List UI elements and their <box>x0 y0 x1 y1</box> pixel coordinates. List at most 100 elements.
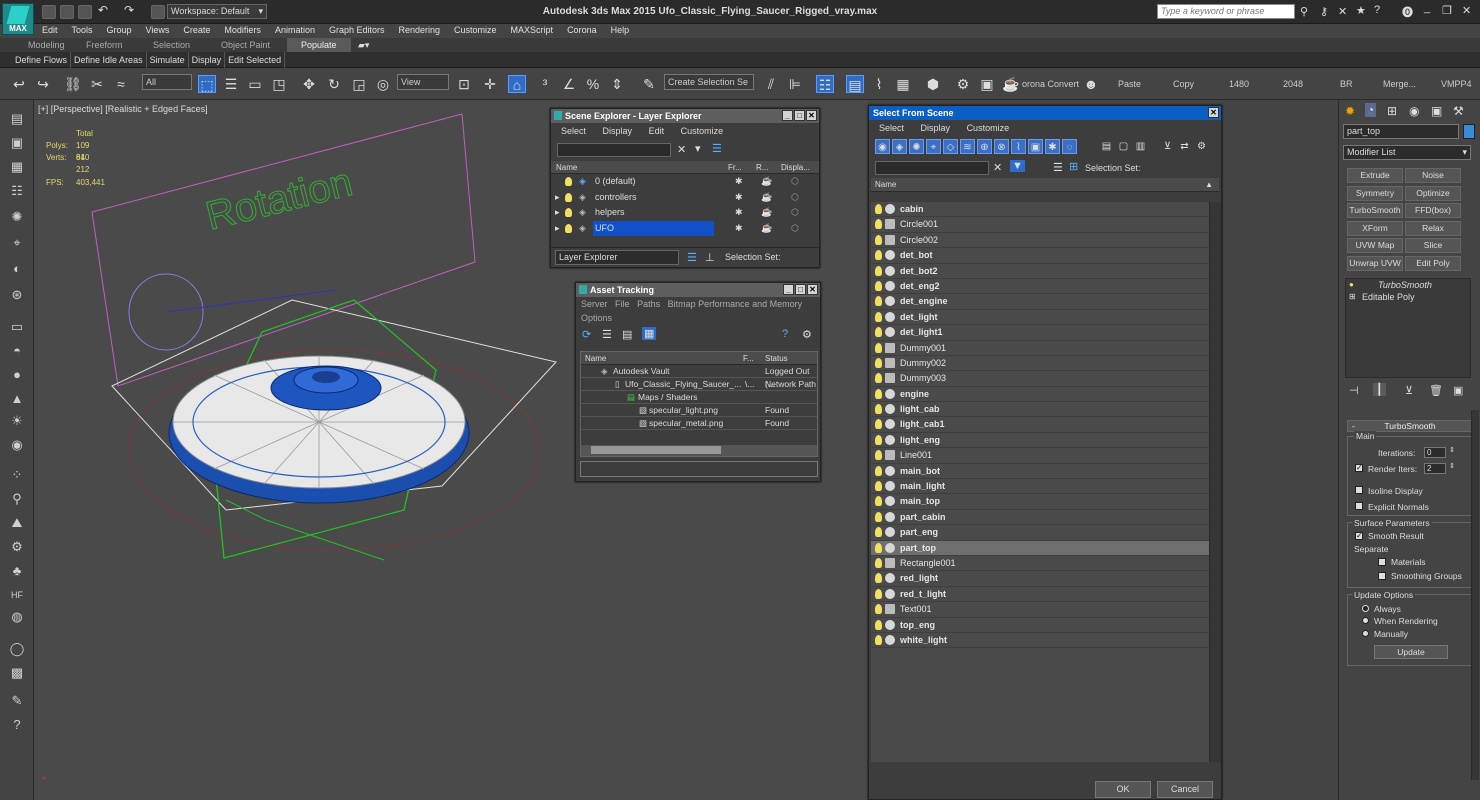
unlink-icon[interactable]: ✂ <box>88 75 106 93</box>
light-bulb-icon[interactable] <box>875 327 882 338</box>
modifier-button-relax[interactable]: Relax <box>1405 220 1461 236</box>
minimize-icon[interactable]: _ <box>1424 2 1430 14</box>
light-bulb-icon[interactable] <box>875 481 882 492</box>
menu-edit[interactable]: Edit <box>649 126 665 136</box>
menu-group[interactable]: Group <box>107 24 132 37</box>
list-item[interactable]: white_light <box>871 633 1209 649</box>
column-name[interactable]: Name <box>556 161 577 174</box>
panel-scrollbar[interactable] <box>1471 410 1479 780</box>
help-icon[interactable]: ? <box>782 328 788 340</box>
minimize-icon[interactable]: _ <box>782 110 793 121</box>
angle-snap-icon[interactable]: ∠ <box>560 75 578 93</box>
list-item[interactable]: Dummy003 <box>871 371 1209 387</box>
edit-named-selection-icon[interactable]: ✎ <box>640 75 658 93</box>
layer-row[interactable]: ▸ ◈ UFO ✱ ☕ ⬡ <box>551 220 819 237</box>
menu-customize[interactable]: Customize <box>454 24 497 37</box>
box-icon[interactable]: ▭ <box>8 318 26 336</box>
light-bulb-icon[interactable] <box>565 223 572 233</box>
vmpp-button[interactable]: VMPP4 <box>1441 79 1472 89</box>
list-item[interactable]: cabin <box>871 202 1209 218</box>
grid-icon[interactable]: ▩ <box>8 664 26 682</box>
menu-customize[interactable]: Customize <box>681 126 724 136</box>
rectangular-selection-icon[interactable]: ▭ <box>246 75 264 93</box>
asset-row[interactable]: ◈ Autodesk Vault Logged Out (... <box>581 365 817 389</box>
redo-icon[interactable]: ↪ <box>34 75 52 93</box>
redo-icon[interactable]: ↷ <box>124 3 134 17</box>
light-bulb-icon[interactable] <box>875 496 882 507</box>
menu-rendering[interactable]: Rendering <box>399 24 441 37</box>
expand-icon[interactable]: ⊞ <box>1349 291 1356 303</box>
menu-select[interactable]: Select <box>879 123 904 133</box>
restore-icon[interactable]: ❐ <box>1442 4 1452 17</box>
create-tab-icon[interactable]: ✹ <box>1345 104 1355 118</box>
remove-modifier-icon[interactable]: 🗑 <box>1429 384 1443 397</box>
materials-checkbox[interactable] <box>1378 558 1386 566</box>
hierarchy-icon[interactable]: ⊞ <box>1069 160 1078 173</box>
list-item[interactable]: Circle002 <box>871 233 1209 249</box>
sun-icon[interactable]: ☀ <box>8 412 26 430</box>
list-item[interactable]: det_bot2 <box>871 264 1209 279</box>
motion-tab-icon[interactable]: ◉ <box>1409 104 1419 118</box>
clear-search-icon[interactable]: ✕ <box>993 161 1002 174</box>
particles-icon[interactable]: ⁘ <box>8 466 26 484</box>
define-idle-areas-button[interactable]: Define Idle Areas <box>71 52 147 68</box>
tab-populate[interactable]: Populate <box>287 38 351 52</box>
rendered-frame-icon[interactable]: ▣ <box>978 75 996 93</box>
light-bulb-icon[interactable] <box>875 542 882 553</box>
minimize-icon[interactable]: _ <box>783 284 794 295</box>
column-render[interactable]: R... <box>756 161 768 174</box>
asset-path-input[interactable] <box>580 461 818 477</box>
display-box-icon[interactable]: ⬡ <box>791 221 799 236</box>
tab-selection[interactable]: Selection <box>153 40 190 50</box>
hierarchy-icon[interactable]: ⊥ <box>705 251 715 264</box>
place-icon[interactable]: ◎ <box>374 75 392 93</box>
snaps-3d-icon[interactable]: ³ <box>536 75 554 93</box>
material-editor-icon[interactable]: ⬢ <box>924 75 942 93</box>
display-box-icon[interactable]: ⬡ <box>791 174 799 189</box>
light-bulb-icon[interactable] <box>875 280 882 291</box>
sphere-tool-icon[interactable]: ◐ <box>8 260 26 278</box>
plant-icon[interactable]: ♣ <box>8 562 26 580</box>
light-bulb-icon[interactable] <box>875 511 882 522</box>
scene-search-input[interactable] <box>875 161 989 175</box>
align-icon[interactable]: ⊫ <box>786 75 804 93</box>
width-value[interactable]: 1480 <box>1229 79 1249 89</box>
link-icon[interactable]: ⛓ <box>64 75 82 93</box>
hidden-filter-icon[interactable]: ◌ <box>1062 139 1077 154</box>
modifier-button-uvw-map[interactable]: UVW Map <box>1347 238 1403 253</box>
update-button[interactable]: Update <box>1374 645 1448 659</box>
light-bulb-icon[interactable] <box>875 373 882 384</box>
select-all-icon[interactable]: ▤ <box>1099 139 1114 154</box>
shell-icon[interactable]: ◍ <box>8 608 26 626</box>
display-button[interactable]: Display <box>189 52 226 68</box>
list-item[interactable]: Text001 <box>871 602 1209 618</box>
modifier-button-symmetry[interactable]: Symmetry <box>1347 185 1403 201</box>
list-item[interactable]: part_cabin <box>871 510 1209 526</box>
sync-selection-icon[interactable]: ⇄ <box>1177 139 1192 154</box>
menu-graph-editors[interactable]: Graph Editors <box>329 24 385 37</box>
invert-selection-icon[interactable]: ▥ <box>1133 139 1148 154</box>
corona-convert-label[interactable]: orona Convert <box>1022 79 1079 89</box>
maximize-icon[interactable]: □ <box>794 110 805 121</box>
light-bulb-icon[interactable] <box>875 204 882 214</box>
menu-display[interactable]: Display <box>603 126 633 136</box>
filter-toggle-icon[interactable]: ⊻ <box>1160 139 1175 154</box>
select-none-icon[interactable]: ▢ <box>1116 139 1131 154</box>
teapot-icon[interactable]: ☕ <box>761 190 772 205</box>
object-color-swatch[interactable] <box>1463 124 1475 139</box>
smooth-result-checkbox[interactable]: ✓ <box>1355 531 1363 540</box>
light-filter-icon[interactable]: ✺ <box>909 139 924 154</box>
ribbon-toggle-icon[interactable]: ▰▾ <box>358 40 369 51</box>
options-icon[interactable]: ⚙ <box>1194 139 1209 154</box>
save-file-icon[interactable] <box>78 5 92 19</box>
list-item[interactable]: main_bot <box>871 464 1209 480</box>
modifier-button-extrude[interactable]: Extrude <box>1347 168 1403 183</box>
list-item[interactable]: Dummy001 <box>871 341 1209 356</box>
light-bulb-icon[interactable] <box>875 419 882 430</box>
teapot-icon[interactable]: ☕ <box>761 174 772 189</box>
sort-ascending-icon[interactable]: ▲ <box>1205 178 1213 192</box>
image-icon[interactable]: ▣ <box>8 134 26 152</box>
show-end-result-icon[interactable]: ┃ <box>1373 383 1386 396</box>
simulate-button[interactable]: Simulate <box>147 52 189 68</box>
light-bulb-icon[interactable] <box>875 619 882 630</box>
